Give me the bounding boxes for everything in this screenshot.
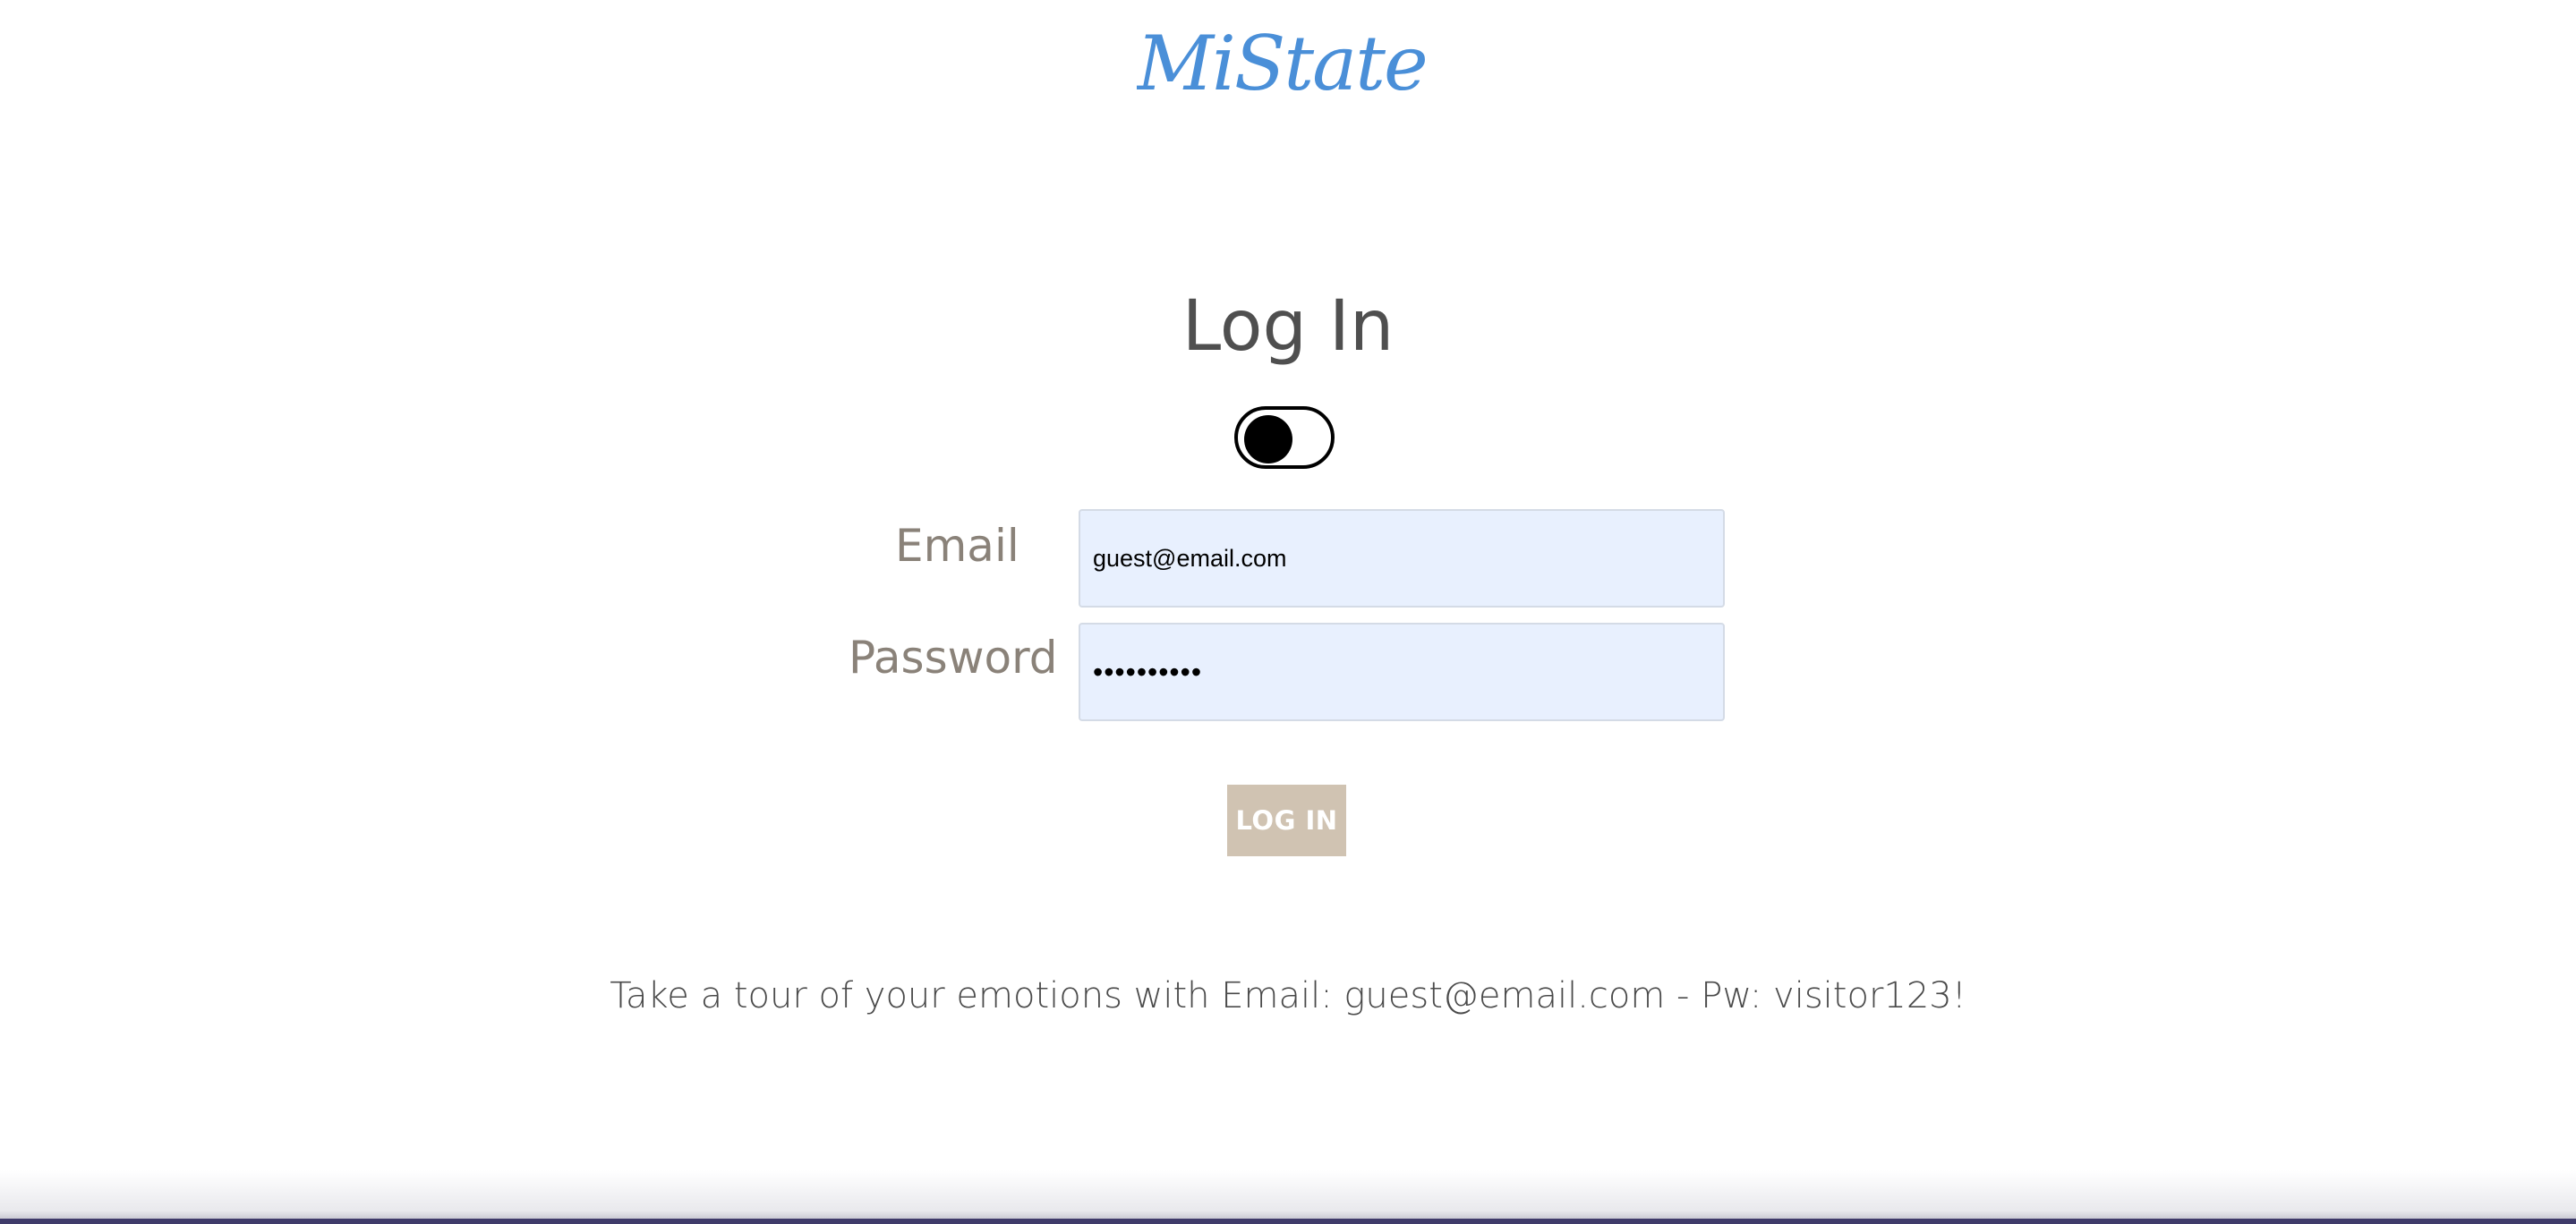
- log-in-button[interactable]: LOG IN: [1227, 785, 1346, 856]
- mistate-logo[interactable]: MiState: [1135, 18, 1441, 107]
- login-page: MiState Log In Email Password LOG IN Tak…: [0, 0, 2576, 1224]
- guest-credentials-hint: Take a tour of your emotions with Email:…: [610, 975, 1966, 1016]
- password-label: Password: [849, 632, 1058, 684]
- page-title: Log In: [1181, 286, 1395, 367]
- password-field[interactable]: [1079, 623, 1725, 721]
- toggle-knob: [1244, 415, 1292, 463]
- logo-wordmark: MiState: [1135, 20, 1429, 107]
- window-bottom-shadow: [0, 1170, 2576, 1224]
- email-field[interactable]: [1079, 509, 1725, 608]
- window-bottom-edge: [0, 1219, 2576, 1224]
- theme-toggle[interactable]: [1234, 406, 1335, 469]
- email-label: Email: [895, 520, 1019, 572]
- logo-text: MiState: [1137, 20, 1427, 107]
